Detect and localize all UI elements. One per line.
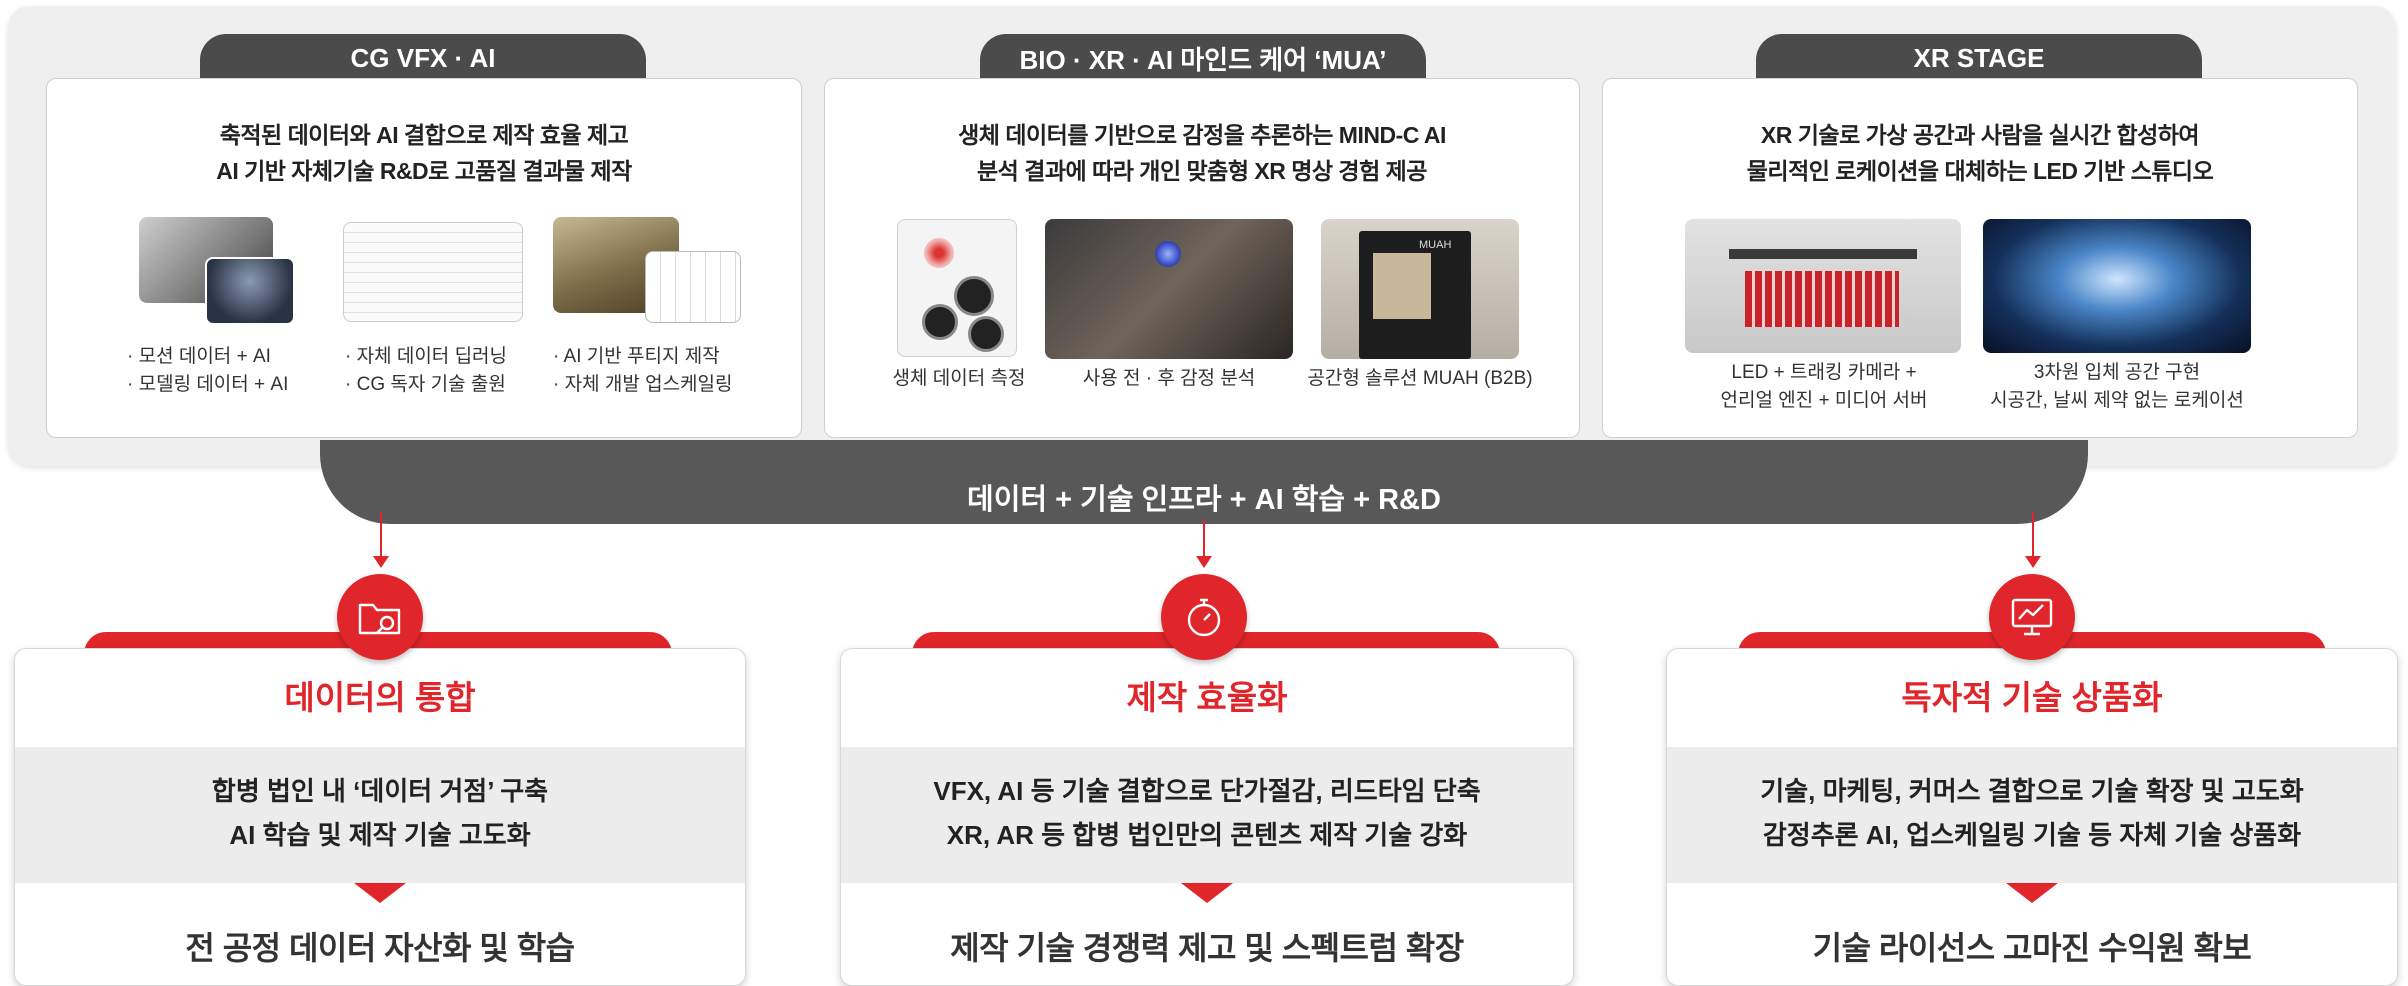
desc-line: 축적된 데이터와 AI 결합으로 제작 효율 제고 xyxy=(219,122,629,148)
watch-icon xyxy=(922,304,958,340)
card-description: 기술, 마케팅, 커머스 결합으로 기술 확장 및 고도화 감정추론 AI, 업… xyxy=(1667,747,2397,883)
section-description: 생체 데이터를 기반으로 감정을 추론하는 MIND-C AI 분석 결과에 따… xyxy=(825,117,1579,189)
tab-label: CG VFX · AI xyxy=(350,42,496,73)
card-title: 독자적 기술 상품화 xyxy=(1901,679,2163,716)
desc-line: 감정추론 AI, 업스케일링 기술 등 자체 기술 상품화 xyxy=(1762,820,2302,850)
upscaling-grid-image xyxy=(645,251,741,323)
card-title: 제작 효율화 xyxy=(1126,679,1288,716)
patent-document-image xyxy=(343,222,523,322)
infra-bar: 데이터 + 기술 인프라 + AI 학습 + R&D xyxy=(320,440,2088,524)
tab-cg-vfx-ai: CG VFX · AI xyxy=(200,34,646,82)
caption-line: 시공간, 날씨 제약 없는 로케이션 xyxy=(1990,390,2244,411)
truss-shape xyxy=(1729,249,1917,259)
muah-booth-image: MUAH xyxy=(1321,219,1519,359)
section-card-cg-vfx: 축적된 데이터와 AI 결합으로 제작 효율 제고 AI 기반 자체기술 R&D… xyxy=(46,78,802,438)
down-triangle-icon xyxy=(354,883,406,903)
heart-sensor-icon xyxy=(924,238,954,268)
desc-line: 물리적인 로케이션을 대체하는 LED 기반 스튜디오 xyxy=(1746,158,2214,184)
section-description: XR 기술로 가상 공간과 사람을 실시간 합성하여 물리적인 로케이션을 대체… xyxy=(1603,117,2357,189)
card-result: 전 공정 데이터 자산화 및 학습 xyxy=(185,930,575,966)
caption-biometric: 생체 데이터 측정 xyxy=(892,368,1026,389)
tab-xr-stage: XR STAGE xyxy=(1756,34,2202,82)
desc-line: XR 기술로 가상 공간과 사람을 실시간 합성하여 xyxy=(1760,122,2200,148)
card-result: 제작 기술 경쟁력 제고 및 스펙트럼 확장 xyxy=(950,930,1464,966)
desc-line: 분석 결과에 따라 개인 맞춤형 XR 명상 경험 제공 xyxy=(977,158,1427,184)
caption-line: · 자체 데이터 딥러닝 xyxy=(345,346,508,367)
caption-led: LED + 트래킹 카메라 + 언리얼 엔진 + 미디어 서버 xyxy=(1669,359,1979,415)
section-card-mua: 생체 데이터를 기반으로 감정을 추론하는 MIND-C AI 분석 결과에 따… xyxy=(824,78,1580,438)
booth-window xyxy=(1373,253,1431,319)
result-card-data-integration: 데이터의 통합 합병 법인 내 ‘데이터 거점’ 구축 AI 학습 및 제작 기… xyxy=(14,648,746,986)
caption-emotion: 사용 전 · 후 감정 분석 xyxy=(1082,368,1256,389)
orb-icon xyxy=(1155,241,1181,267)
watch-icon xyxy=(954,276,994,316)
desc-line: 기술, 마케팅, 커머스 결합으로 기술 확장 및 고도화 xyxy=(1760,776,2304,806)
caption-line: · 모션 데이터 + AI xyxy=(127,346,271,367)
tab-label: XR STAGE xyxy=(1913,42,2045,73)
caption-deeplearning: · 자체 데이터 딥러닝 · CG 독자 기술 출원 xyxy=(345,343,507,399)
desc-line: VFX, AI 등 기술 결합으로 단가절감, 리드타임 단축 xyxy=(933,776,1481,806)
caption-line: · CG 독자 기술 출원 xyxy=(345,374,506,395)
vr-meditation-image xyxy=(1045,219,1293,359)
arrow-line xyxy=(2032,512,2034,558)
arrow-head xyxy=(2025,556,2041,568)
section-description: 축적된 데이터와 AI 결합으로 제작 효율 제고 AI 기반 자체기술 R&D… xyxy=(47,117,801,189)
card-description: VFX, AI 등 기술 결합으로 단가절감, 리드타임 단축 XR, AR 등… xyxy=(841,747,1573,883)
infra-label: 데이터 + 기술 인프라 + AI 학습 + R&D xyxy=(967,484,1441,516)
down-triangle-icon xyxy=(1181,883,1233,903)
desc-line: AI 학습 및 제작 기술 고도화 xyxy=(229,820,531,850)
result-card-production-efficiency: 제작 효율화 VFX, AI 등 기술 결합으로 단가절감, 리드타임 단축 X… xyxy=(840,648,1574,986)
card-title: 데이터의 통합 xyxy=(284,679,476,716)
arrow-line xyxy=(1203,520,1205,558)
caption-line: · 모델링 데이터 + AI xyxy=(127,374,289,395)
arrow-line xyxy=(380,512,382,558)
caption-line: 3차원 입체 공간 구현 xyxy=(2033,362,2201,383)
watch-icon xyxy=(968,316,1004,352)
led-wall xyxy=(1745,271,1899,327)
biometric-watch-image xyxy=(897,219,1017,357)
caption-line: · AI 기반 푸티지 제작 xyxy=(553,346,720,367)
booth-shape: MUAH xyxy=(1359,231,1471,359)
motion-figure-image xyxy=(205,257,295,325)
led-stage-image xyxy=(1685,219,1961,353)
down-triangle-icon xyxy=(2006,883,2058,903)
section-card-xr-stage: XR 기술로 가상 공간과 사람을 실시간 합성하여 물리적인 로케이션을 대체… xyxy=(1602,78,2358,438)
monitor-graph-icon xyxy=(1989,574,2075,660)
arrow-head xyxy=(373,556,389,568)
virtual-space-image xyxy=(1983,219,2251,353)
folder-search-icon xyxy=(337,574,423,660)
muah-logo: MUAH xyxy=(1419,239,1452,251)
arrow-head xyxy=(1196,556,1212,568)
caption-line: · 자체 개발 업스케일링 xyxy=(553,374,733,395)
result-card-tech-commercialization: 독자적 기술 상품화 기술, 마케팅, 커머스 결합으로 기술 확장 및 고도화… xyxy=(1666,648,2398,986)
stopwatch-icon xyxy=(1161,574,1247,660)
caption-3d-space: 3차원 입체 공간 구현 시공간, 날씨 제약 없는 로케이션 xyxy=(1967,359,2267,415)
caption-line: LED + 트래킹 카메라 + xyxy=(1731,362,1917,383)
tab-label: BIO · XR · AI 마인드 케어 ‘MUA’ xyxy=(1019,44,1387,75)
tab-bio-xr-ai: BIO · XR · AI 마인드 케어 ‘MUA’ xyxy=(980,34,1426,82)
desc-line: XR, AR 등 합병 법인만의 콘텐츠 제작 기술 강화 xyxy=(946,820,1468,850)
caption-line: 언리얼 엔진 + 미디어 서버 xyxy=(1720,390,1928,411)
card-result: 기술 라이선스 고마진 수익원 확보 xyxy=(1812,930,2252,966)
caption-footage: · AI 기반 푸티지 제작 · 자체 개발 업스케일링 xyxy=(553,343,732,399)
desc-line: 생체 데이터를 기반으로 감정을 추론하는 MIND-C AI xyxy=(958,122,1446,148)
desc-line: 합병 법인 내 ‘데이터 거점’ 구축 xyxy=(211,776,549,806)
caption-muah: 공간형 솔루션 MUAH (B2B) xyxy=(1307,368,1533,389)
desc-line: AI 기반 자체기술 R&D로 고품질 결과물 제작 xyxy=(216,158,632,184)
caption-motion: · 모션 데이터 + AI · 모델링 데이터 + AI xyxy=(127,343,288,399)
card-description: 합병 법인 내 ‘데이터 거점’ 구축 AI 학습 및 제작 기술 고도화 xyxy=(15,747,745,883)
